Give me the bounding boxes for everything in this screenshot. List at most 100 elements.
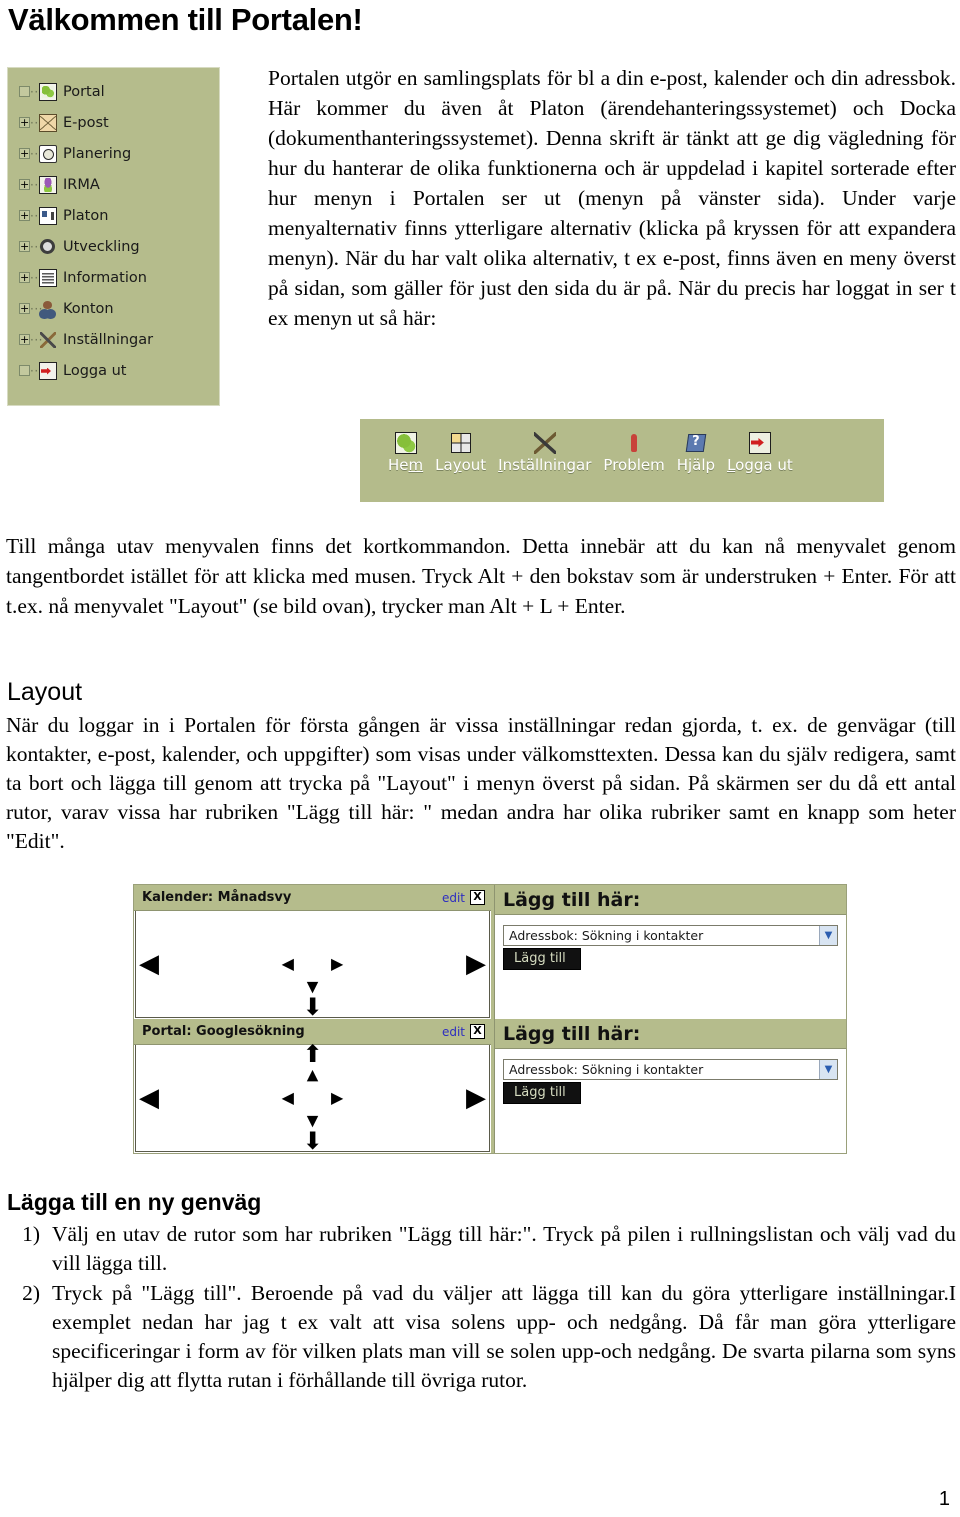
edit-link[interactable]: edit	[442, 1025, 465, 1039]
logout-icon	[39, 361, 57, 380]
tree-connector-icon: ···	[30, 84, 43, 99]
layout-editor-screenshot: Kalender: Månadsvy edit X ◀ ▶ ◀ ▶ ▼ ⬇ Lä…	[133, 884, 847, 1154]
add-button[interactable]: Lägg till	[503, 1082, 581, 1104]
close-icon[interactable]: X	[470, 1024, 485, 1039]
toolbar-item-logga-ut[interactable]: Logga ut	[727, 432, 793, 474]
widget-select-value: Adressbok: Sökning i kontakter	[509, 1062, 704, 1077]
editor-row: Kalender: Månadsvy edit X ◀ ▶ ◀ ▶ ▼ ⬇ Lä…	[134, 885, 846, 1019]
widget-select-value: Adressbok: Sökning i kontakter	[509, 928, 704, 943]
tree-toggle-icon[interactable]	[19, 365, 30, 376]
layout-icon	[450, 432, 472, 454]
toolbar-item-label: Inställningar	[498, 456, 592, 474]
move-bottom-arrow-icon[interactable]: ⬇	[302, 995, 322, 1019]
move-right-arrow-icon[interactable]: ▶	[331, 1090, 343, 1106]
sidebar-item-label: Information	[63, 269, 147, 286]
toolbar-item-label: Logga ut	[727, 456, 793, 474]
tree-expand-icon[interactable]	[19, 148, 30, 159]
add-panel-title: Lägg till här:	[495, 885, 846, 915]
edit-link[interactable]: edit	[442, 891, 465, 905]
page-number: 1	[938, 1488, 950, 1510]
add-button[interactable]: Lägg till	[503, 948, 581, 970]
tree-expand-icon[interactable]	[19, 272, 30, 283]
tree-connector-icon: ···	[30, 146, 43, 161]
tools-icon	[533, 432, 556, 454]
widget-select[interactable]: Adressbok: Sökning i kontakter ▼	[503, 925, 838, 946]
move-left-edge-arrow-icon[interactable]: ◀	[139, 951, 159, 977]
tree-connector-icon: ···	[30, 301, 43, 316]
list-item-number: 1)	[22, 1222, 40, 1246]
tree-connector-icon: ···	[30, 332, 43, 347]
sidebar-item-information[interactable]: ··· Information	[8, 262, 219, 293]
sidebar-item-platon[interactable]: ··· Platon	[8, 200, 219, 231]
sidebar-item-konton[interactable]: ··· Konton	[8, 293, 219, 324]
move-up-arrow-icon[interactable]: ▲	[307, 1067, 319, 1082]
sidebar-item-epost[interactable]: ··· E-post	[8, 107, 219, 138]
editor-widget-panel: Portal: Googlesökning edit X ◀ ▶ ⬆ ▲ ◀ ▶…	[134, 1019, 494, 1153]
chevron-down-icon[interactable]: ▼	[819, 926, 837, 945]
list-item-number: 2)	[22, 1281, 40, 1305]
sidebar-item-label: Konton	[63, 300, 114, 317]
tree-connector-icon: ···	[30, 177, 43, 192]
layout-paragraph: När du loggar in i Portalen för första g…	[6, 713, 956, 853]
sidebar-item-label: Utveckling	[63, 238, 140, 255]
sidebar-item-installningar[interactable]: ··· Inställningar	[8, 324, 219, 355]
tree-expand-icon[interactable]	[19, 210, 30, 221]
move-left-arrow-icon[interactable]: ◀	[282, 956, 294, 972]
move-right-edge-arrow-icon[interactable]: ▶	[466, 1085, 486, 1111]
close-icon[interactable]: X	[470, 890, 485, 905]
mail-icon	[39, 113, 57, 132]
toolbar-item-problem[interactable]: Problem	[603, 432, 665, 474]
tree-expand-icon[interactable]	[19, 334, 30, 345]
help-icon	[685, 432, 707, 454]
tree-connector-icon: ···	[30, 270, 43, 285]
move-right-arrow-icon[interactable]: ▶	[331, 956, 343, 972]
toolbar-item-label: Layout	[435, 456, 487, 474]
panel-title: Portal: Googlesökning	[142, 1024, 305, 1039]
tree-expand-icon[interactable]	[19, 179, 30, 190]
add-panel-body: Adressbok: Sökning i kontakter ▼ Lägg ti…	[495, 915, 846, 1019]
chevron-down-icon[interactable]: ▼	[819, 1060, 837, 1079]
sidebar-item-irma[interactable]: ··· IRMA	[8, 169, 219, 200]
user-icon	[39, 300, 57, 318]
toolbar-item-installningar[interactable]: Inställningar	[498, 432, 591, 474]
section-heading-layout: Layout	[7, 678, 83, 706]
toolbar-item-layout[interactable]: Layout	[435, 432, 486, 474]
toolbar-item-label: Hem	[388, 456, 424, 474]
panel-canvas: ◀ ▶ ⬆ ▲ ◀ ▶ ▼ ⬇	[135, 1042, 490, 1153]
sidebar-item-planering[interactable]: ··· Planering	[8, 138, 219, 169]
editor-widget-panel: Kalender: Månadsvy edit X ◀ ▶ ◀ ▶ ▼ ⬇	[134, 885, 494, 1019]
home-icon	[394, 432, 417, 454]
tree-toggle-icon[interactable]	[19, 86, 30, 97]
move-left-edge-arrow-icon[interactable]: ◀	[139, 1085, 159, 1111]
panel-canvas: ◀ ▶ ◀ ▶ ▼ ⬇	[135, 911, 490, 1019]
editor-add-panel: Lägg till här: Adressbok: Sökning i kont…	[494, 885, 846, 1019]
widget-select[interactable]: Adressbok: Sökning i kontakter ▼	[503, 1059, 838, 1080]
panel-title: Kalender: Månadsvy	[142, 890, 292, 905]
move-bottom-arrow-icon[interactable]: ⬇	[302, 1129, 322, 1153]
tools-icon	[39, 331, 57, 349]
toolbar-item-hjalp[interactable]: Hjälp	[677, 432, 715, 474]
card-icon	[39, 206, 57, 225]
tree-expand-icon[interactable]	[19, 303, 30, 314]
sidebar-item-label: Platon	[63, 207, 109, 224]
list-item-text: Tryck på "Lägg till". Beroende på vad du…	[52, 1281, 956, 1392]
shortcut-paragraph: Till många utav menyvalen finns det kort…	[6, 534, 956, 618]
sidebar-menu-tree: ··· Portal ··· E-post ··· Planering ··· …	[7, 67, 220, 406]
sidebar-item-label: IRMA	[63, 176, 100, 193]
move-right-edge-arrow-icon[interactable]: ▶	[466, 951, 486, 977]
logout-icon	[748, 432, 771, 454]
map-icon	[39, 82, 57, 101]
tree-expand-icon[interactable]	[19, 241, 30, 252]
sidebar-item-utveckling[interactable]: ··· Utveckling	[8, 231, 219, 262]
toolbar-item-label: Hjälp	[676, 456, 716, 474]
intro-paragraph: Portalen utgör en samlingsplats för bl a…	[268, 66, 956, 330]
sidebar-item-logga-ut[interactable]: ··· Logga ut	[8, 355, 219, 386]
sidebar-item-portal[interactable]: ··· Portal	[8, 76, 219, 107]
tree-connector-icon: ···	[30, 363, 43, 378]
tree-expand-icon[interactable]	[19, 117, 30, 128]
move-left-arrow-icon[interactable]: ◀	[282, 1090, 294, 1106]
editor-add-panel: Lägg till här: Adressbok: Sökning i kont…	[494, 1019, 846, 1153]
list-item-text: Välj en utav de rutor som har rubriken "…	[52, 1222, 956, 1275]
move-top-arrow-icon[interactable]: ⬆	[302, 1042, 322, 1066]
toolbar-item-hem[interactable]: Hem	[388, 432, 423, 474]
